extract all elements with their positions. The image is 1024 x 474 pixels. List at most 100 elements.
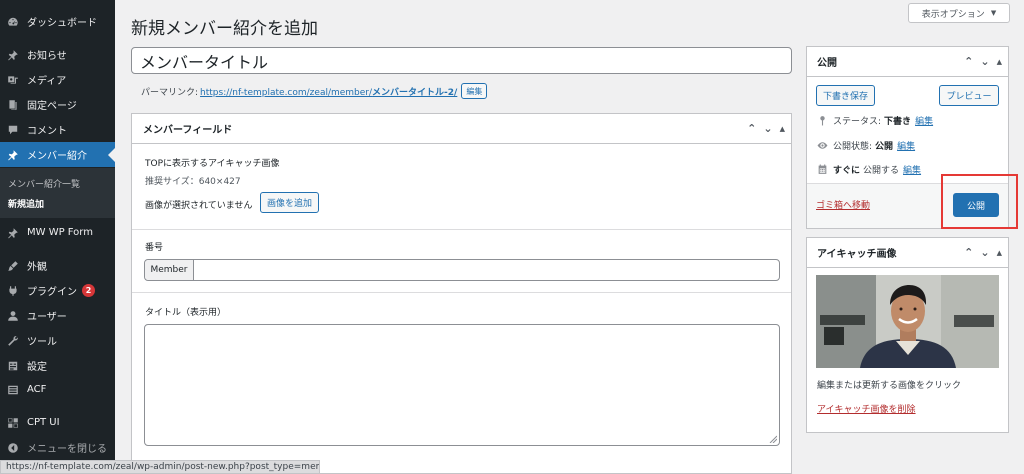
display-title-label: タイトル（表示用） — [145, 308, 227, 318]
sidebar-item-label: メディア — [27, 76, 67, 87]
sidebar-item-pages[interactable]: 固定ページ — [0, 92, 115, 117]
permalink-row: パーマリンク: https://nf-template.com/zeal/mem… — [141, 83, 488, 99]
sidebar-item-users[interactable]: ユーザー — [0, 303, 115, 328]
collapse-menu-button[interactable]: メニューを閉じる — [0, 435, 115, 460]
toggle-panel-icon[interactable]: ▲ — [997, 58, 1002, 66]
edit-schedule-link[interactable]: 編集 — [903, 163, 921, 176]
screen-options-button[interactable]: 表示オプション ▼ — [908, 3, 1010, 23]
page-title: 新規メンバー紹介を追加 — [131, 19, 318, 39]
featured-image-box: アイキャッチ画像 ⌃ ⌄ ▲ 編集または更新する画像をクリック アイキャッチ画像… — [806, 237, 1009, 433]
acf-icon — [6, 383, 19, 396]
visibility-label: 公開状態: — [833, 142, 873, 152]
media-icon — [6, 73, 19, 86]
display-title-textarea[interactable] — [144, 324, 780, 446]
status-row: ステータス: 下書き 編集 — [816, 114, 933, 127]
move-up-icon[interactable]: ⌃ — [747, 122, 756, 135]
field-divider — [132, 229, 791, 230]
box-controls: ⌃ ⌄ ▲ — [747, 114, 785, 143]
comment-icon — [6, 123, 19, 136]
resize-grip-icon[interactable] — [769, 435, 777, 443]
sidebar-item-label: CPT UI — [27, 417, 60, 428]
remove-featured-image-link[interactable]: アイキャッチ画像を削除 — [817, 402, 916, 415]
sidebar-item-label: 設定 — [27, 362, 47, 373]
featured-image-thumbnail[interactable] — [816, 275, 999, 368]
settings-icon — [6, 359, 19, 372]
current-indicator — [108, 148, 115, 162]
preview-button[interactable]: プレビュー — [939, 85, 999, 106]
post-title-value: メンバータイトル — [140, 52, 269, 72]
sidebar-item-settings[interactable]: 設定 — [0, 353, 115, 378]
edit-visibility-link[interactable]: 編集 — [897, 139, 915, 152]
move-to-trash-link[interactable]: ゴミ箱へ移動 — [816, 198, 870, 211]
number-prepend: Member — [145, 260, 194, 280]
edit-permalink-button[interactable]: 編集 — [461, 83, 488, 99]
publish-box-header: 公開 ⌃ ⌄ ▲ — [807, 47, 1008, 77]
box-controls: ⌃ ⌄ ▲ — [964, 238, 1002, 267]
submenu-item-list[interactable]: メンバー紹介一覧 — [8, 177, 80, 190]
wrench-icon — [6, 334, 19, 347]
eye-icon — [816, 140, 828, 152]
publish-highlight-annotation — [941, 174, 1018, 229]
schedule-label: すぐに — [833, 166, 861, 176]
toggle-panel-icon[interactable]: ▲ — [780, 125, 785, 133]
permalink-link[interactable]: https://nf-template.com/zeal/member/メンバー… — [200, 85, 457, 98]
publish-box-title: 公開 — [817, 58, 837, 69]
pin-icon — [6, 226, 19, 239]
number-field-label: 番号 — [145, 243, 164, 253]
member-number-field[interactable]: Member — [144, 259, 780, 281]
member-fields-box: メンバーフィールド ⌃ ⌄ ▲ TOPに表示するアイキャッチ画像 推奨サイズ：6… — [131, 113, 792, 474]
move-down-icon[interactable]: ⌄ — [980, 246, 989, 259]
move-down-icon[interactable]: ⌄ — [980, 55, 989, 68]
permalink-slug: メンバータイトル-2/ — [372, 87, 458, 98]
visibility-row: 公開状態: 公開 編集 — [816, 139, 915, 152]
move-up-icon[interactable]: ⌃ — [964, 55, 973, 68]
move-down-icon[interactable]: ⌄ — [763, 122, 772, 135]
brush-icon — [6, 259, 19, 272]
move-up-icon[interactable]: ⌃ — [964, 246, 973, 259]
sidebar-item-label: ユーザー — [27, 312, 67, 323]
sidebar-item-media[interactable]: メディア — [0, 67, 115, 92]
post-title-input[interactable]: メンバータイトル — [131, 47, 792, 74]
sidebar-item-cpt-ui[interactable]: CPT UI — [0, 410, 115, 435]
schedule-value: 公開する — [863, 166, 900, 176]
sidebar-item-comments[interactable]: コメント — [0, 117, 115, 142]
sidebar-item-label: メンバー紹介 — [27, 151, 87, 162]
page-icon — [6, 98, 19, 111]
sidebar-item-plugins[interactable]: プラグイン 2 — [0, 278, 115, 303]
featured-image-caption: 編集または更新する画像をクリック — [817, 381, 962, 391]
caret-down-icon: ▼ — [990, 9, 997, 17]
portrait-photo — [816, 275, 999, 368]
sidebar-item-label: ツール — [27, 337, 57, 348]
sidebar-item-label: ダッシュボード — [27, 18, 97, 29]
sidebar-item-appearance[interactable]: 外観 — [0, 253, 115, 278]
browser-status-bar: https://nf-template.com/zeal/wp-admin/po… — [0, 460, 320, 474]
add-image-button[interactable]: 画像を追加 — [260, 192, 320, 213]
featured-image-title: アイキャッチ画像 — [817, 249, 897, 260]
status-value: 下書き — [884, 117, 912, 127]
featured-image-header: アイキャッチ画像 ⌃ ⌄ ▲ — [807, 238, 1008, 268]
toggle-panel-icon[interactable]: ▲ — [997, 249, 1002, 257]
status-label: ステータス: — [833, 117, 882, 127]
schedule-row: すぐに 公開する 編集 — [816, 163, 921, 176]
cpt-icon — [6, 416, 19, 429]
member-submenu: メンバー紹介一覧 新規追加 — [0, 168, 115, 218]
dashboard-icon — [6, 15, 19, 28]
member-fields-title: メンバーフィールド — [143, 125, 233, 136]
update-count-badge: 2 — [82, 284, 95, 297]
calendar-icon — [816, 164, 828, 176]
sidebar-item-dashboard[interactable]: ダッシュボード — [0, 9, 115, 34]
edit-status-link[interactable]: 編集 — [915, 114, 933, 127]
save-draft-button[interactable]: 下書き保存 — [816, 85, 876, 106]
sidebar-item-member[interactable]: メンバー紹介 — [0, 142, 115, 167]
sidebar-item-news[interactable]: お知らせ — [0, 42, 115, 67]
sidebar-item-label: お知らせ — [27, 51, 67, 62]
sidebar-item-acf[interactable]: ACF — [0, 377, 115, 402]
sidebar-item-label: MW WP Form — [27, 227, 93, 238]
submenu-item-add-new[interactable]: 新規追加 — [8, 197, 44, 210]
sidebar-item-mw-wp-form[interactable]: MW WP Form — [0, 220, 115, 245]
box-controls: ⌃ ⌄ ▲ — [964, 47, 1002, 76]
user-icon — [6, 309, 19, 322]
no-image-text: 画像が選択されていません — [145, 201, 253, 211]
sidebar-item-tools[interactable]: ツール — [0, 328, 115, 353]
sidebar-item-label: メニューを閉じる — [27, 444, 107, 455]
